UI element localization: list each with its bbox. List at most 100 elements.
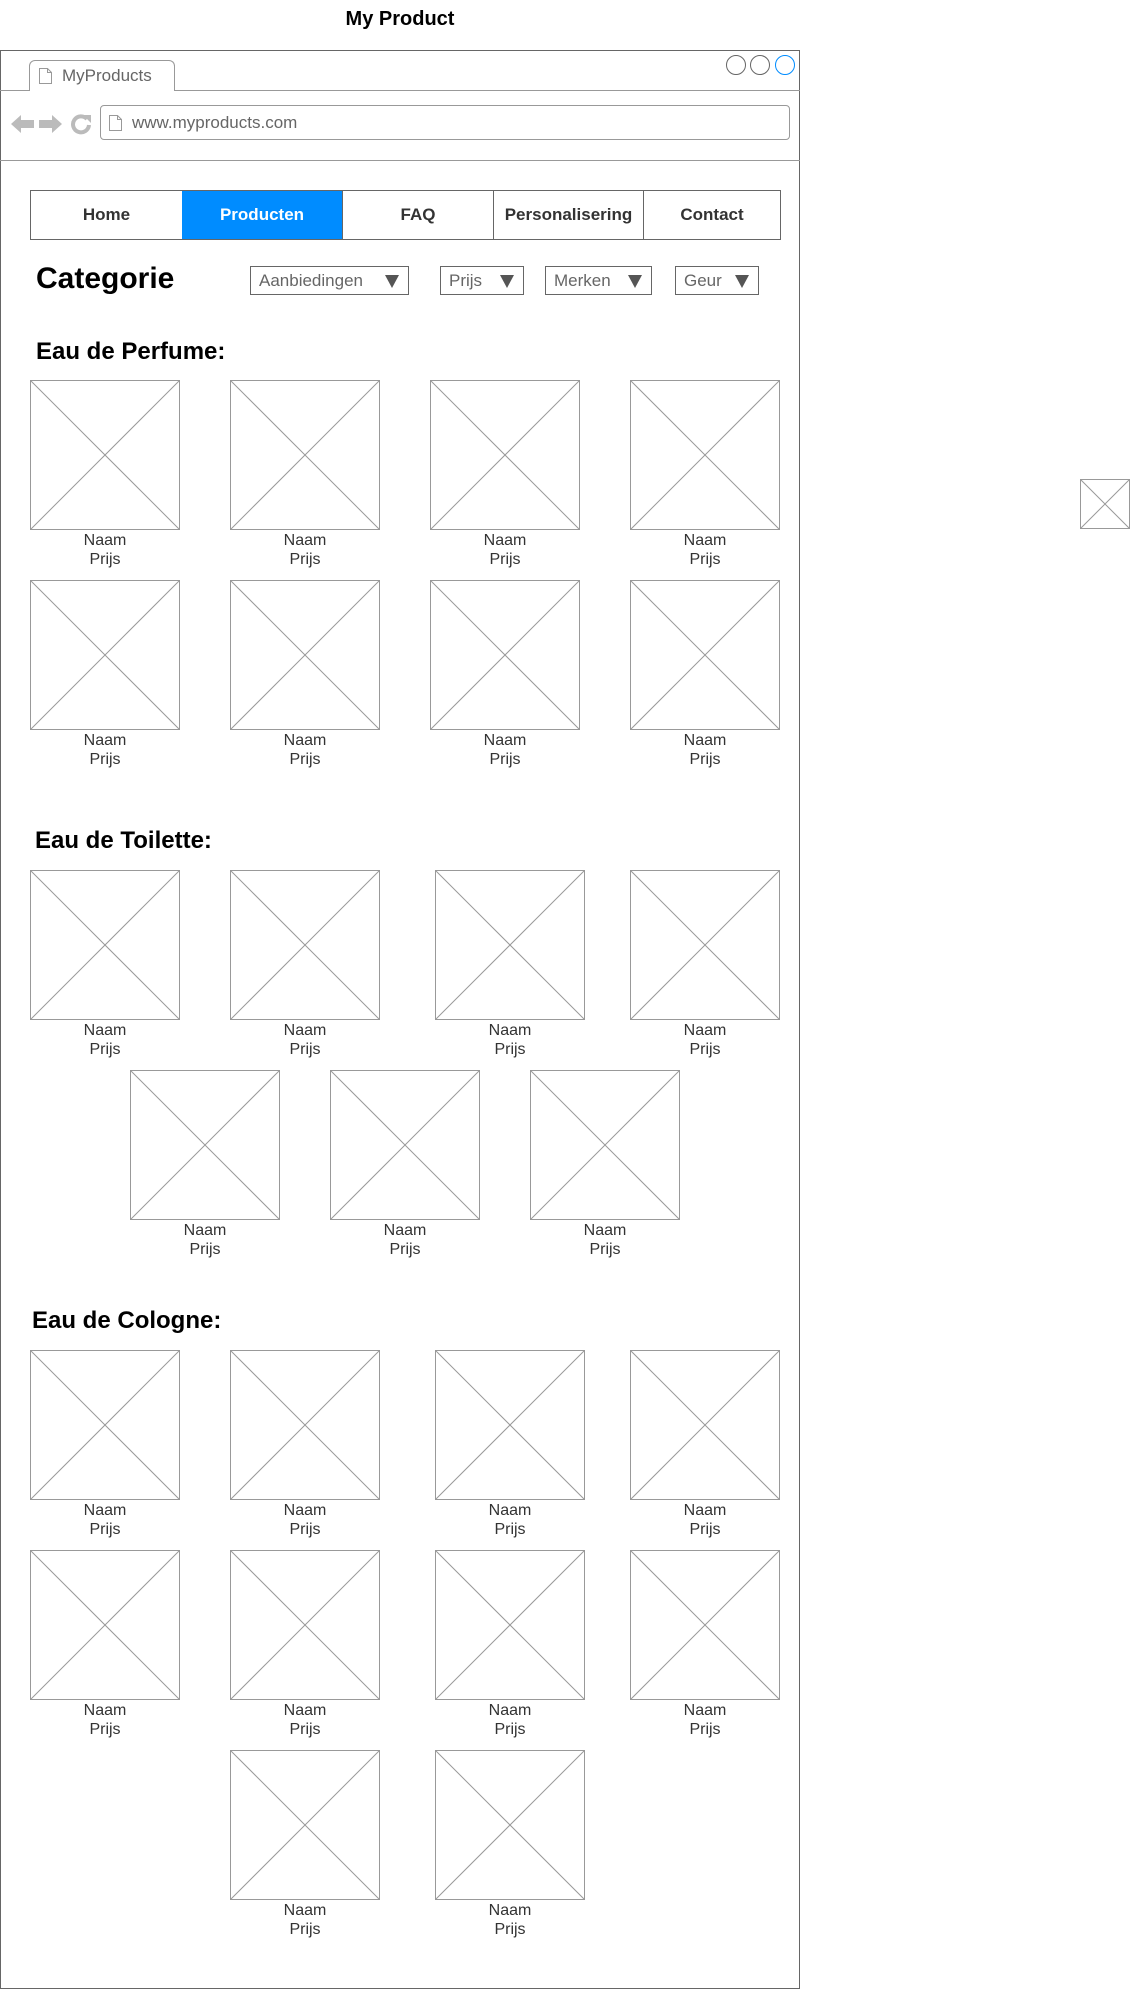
product-image-placeholder (130, 1070, 280, 1220)
product-price: Prijs (289, 751, 321, 768)
product-image-placeholder (30, 870, 180, 1020)
select-value: Aanbiedingen (259, 271, 363, 290)
product-card[interactable]: Naam Prijs (30, 580, 180, 769)
back-arrow-icon[interactable] (11, 114, 35, 134)
menu-item-faq[interactable]: FAQ (342, 191, 493, 239)
product-price: Prijs (89, 551, 121, 568)
product-price: Prijs (89, 1041, 121, 1058)
toolbar-divider (0, 160, 800, 161)
product-name: Naam (683, 1502, 727, 1519)
product-card[interactable]: Naam Prijs (230, 870, 380, 1059)
product-price: Prijs (689, 1521, 721, 1538)
product-card[interactable]: Naam Prijs (435, 1550, 585, 1739)
product-price: Prijs (489, 551, 521, 568)
product-card[interactable]: Naam Prijs (430, 580, 580, 769)
menu-item-personalisering[interactable]: Personalisering (493, 191, 643, 239)
forward-arrow-icon[interactable] (38, 114, 62, 134)
product-card[interactable]: Naam Prijs (30, 1350, 180, 1539)
product-name: Naam (283, 1502, 327, 1519)
product-name: Naam (683, 1022, 727, 1039)
filter-aanbiedingen-select[interactable]: Aanbiedingen (250, 266, 409, 295)
product-image-placeholder (630, 870, 780, 1020)
tab-label: MyProducts (62, 66, 152, 85)
product-card[interactable]: Naam Prijs (230, 380, 380, 569)
product-name: Naam (488, 1022, 532, 1039)
product-card[interactable]: Naam Prijs (435, 1350, 585, 1539)
product-card[interactable]: Naam Prijs (130, 1070, 280, 1259)
category-heading: Categorie (36, 262, 175, 295)
product-card[interactable]: Naam Prijs (230, 580, 380, 769)
product-name: Naam (583, 1222, 627, 1239)
product-card[interactable]: Naam Prijs (630, 1350, 780, 1539)
product-image-placeholder (430, 380, 580, 530)
product-name: Naam (83, 732, 127, 749)
product-price: Prijs (89, 1721, 121, 1738)
product-image-placeholder (630, 580, 780, 730)
product-card[interactable]: Naam Prijs (230, 1750, 380, 1939)
product-name: Naam (83, 532, 127, 549)
window-maximize-button[interactable] (750, 55, 770, 75)
product-card[interactable]: Naam Prijs (435, 870, 585, 1059)
product-image-placeholder (230, 580, 380, 730)
select-value: Geur (684, 271, 722, 290)
product-card[interactable]: Naam Prijs (230, 1550, 380, 1739)
product-name: Naam (383, 1222, 427, 1239)
page-title: My Product (345, 8, 455, 30)
menu-item-producten[interactable]: Producten (182, 191, 342, 239)
dropdown-arrow-icon (385, 275, 399, 288)
product-price: Prijs (494, 1921, 526, 1938)
section-title-toilette: Eau de Toilette: (35, 827, 212, 854)
product-card[interactable]: Naam Prijs (430, 380, 580, 569)
product-card[interactable]: Naam Prijs (330, 1070, 480, 1259)
product-name: Naam (488, 1502, 532, 1519)
product-price: Prijs (689, 551, 721, 568)
product-card[interactable]: Naam Prijs (230, 1350, 380, 1539)
menu-item-contact[interactable]: Contact (643, 191, 780, 239)
product-name: Naam (283, 1702, 327, 1719)
section-title-perfume: Eau de Perfume: (36, 338, 226, 365)
product-card[interactable]: Naam Prijs (630, 1550, 780, 1739)
product-price: Prijs (494, 1041, 526, 1058)
window-minimize-button[interactable] (726, 55, 746, 75)
filter-merken-select[interactable]: Merken (545, 266, 652, 295)
product-price: Prijs (89, 1521, 121, 1538)
product-card[interactable]: Naam Prijs (530, 1070, 680, 1259)
product-name: Naam (283, 1902, 327, 1919)
product-image-placeholder (435, 1550, 585, 1700)
window-close-button[interactable] (775, 55, 795, 75)
filter-prijs-select[interactable]: Prijs (440, 266, 524, 295)
page-icon (39, 68, 52, 84)
product-name: Naam (83, 1022, 127, 1039)
product-name: Naam (683, 532, 727, 549)
product-image-placeholder (30, 1350, 180, 1500)
product-name: Naam (483, 732, 527, 749)
section-title-cologne: Eau de Cologne: (32, 1307, 222, 1334)
filter-geur-select[interactable]: Geur (675, 266, 759, 295)
product-name: Naam (83, 1502, 127, 1519)
browser-tab[interactable]: MyProducts (29, 60, 175, 91)
product-image-placeholder (435, 1750, 585, 1900)
product-card[interactable]: Naam Prijs (630, 870, 780, 1059)
product-name: Naam (283, 1022, 327, 1039)
reload-icon[interactable] (70, 113, 92, 135)
product-card[interactable]: Naam Prijs (30, 1550, 180, 1739)
product-card[interactable]: Naam Prijs (630, 580, 780, 769)
image-placeholder-icon (1080, 479, 1130, 529)
product-price: Prijs (89, 751, 121, 768)
product-price: Prijs (289, 551, 321, 568)
product-card[interactable]: Naam Prijs (435, 1750, 585, 1939)
main-menu: Home Producten FAQ Personalisering Conta… (30, 190, 781, 240)
menu-item-home[interactable]: Home (31, 191, 182, 239)
product-name: Naam (283, 732, 327, 749)
product-image-placeholder (630, 380, 780, 530)
product-price: Prijs (389, 1241, 421, 1258)
address-bar[interactable]: www.myproducts.com (100, 105, 790, 140)
product-card[interactable]: Naam Prijs (30, 870, 180, 1059)
product-name: Naam (83, 1702, 127, 1719)
product-image-placeholder (430, 580, 580, 730)
product-card[interactable]: Naam Prijs (630, 380, 780, 569)
product-price: Prijs (689, 1041, 721, 1058)
product-card[interactable]: Naam Prijs (30, 380, 180, 569)
product-price: Prijs (289, 1041, 321, 1058)
product-image-placeholder (230, 870, 380, 1020)
